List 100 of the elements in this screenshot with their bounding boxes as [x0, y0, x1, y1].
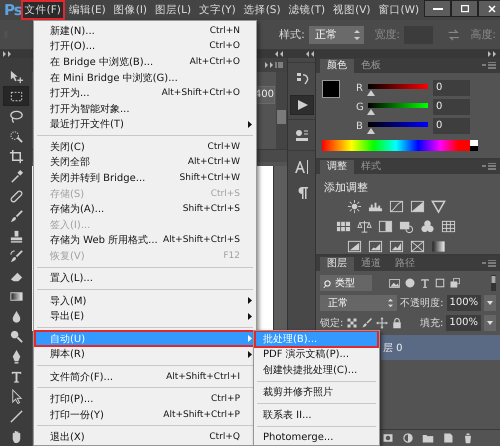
sun-icon[interactable] — [346, 199, 362, 214]
menu-item[interactable]: 打印一份(Y) Alt+Shift+Ctrl+P — [35, 406, 255, 422]
menu-item[interactable]: 打印(P)... Ctrl+P — [35, 391, 255, 407]
scrollbar[interactable] — [273, 166, 287, 331]
menu-item[interactable]: 打开(O)... Ctrl+O — [35, 38, 255, 54]
slider-thumb[interactable] — [367, 128, 375, 134]
close-button[interactable] — [478, 0, 500, 17]
move-icon[interactable] — [376, 317, 388, 329]
maximize-button[interactable] — [451, 0, 478, 17]
folder-icon[interactable] — [422, 432, 434, 444]
menu-item[interactable]: 视图(V) — [330, 1, 374, 19]
quick-selection-icon[interactable] — [8, 128, 24, 144]
panel-menu-icon[interactable] — [265, 62, 283, 68]
menu-item[interactable]: 打开为... Alt+Shift+Ctrl+O — [35, 85, 255, 101]
menu-item[interactable]: 关闭(C) Ctrl+W — [35, 138, 255, 155]
panel-tab[interactable]: 路径 — [388, 257, 422, 271]
panel-menu-icon[interactable] — [482, 260, 496, 267]
half-square-icon[interactable] — [378, 219, 393, 234]
stamp-icon[interactable] — [8, 228, 24, 244]
menu-item[interactable]: 置入(L)... — [35, 270, 255, 286]
layer-row[interactable]: 层 0 — [381, 335, 500, 360]
posterize-icon[interactable] — [368, 239, 382, 254]
menu-item[interactable]: 关闭全部 Alt+Ctrl+W — [35, 154, 255, 170]
adjustment-layer-icon[interactable] — [402, 432, 414, 444]
menu-item[interactable]: 文字(Y) — [196, 1, 239, 19]
threshold-icon[interactable] — [388, 239, 404, 254]
menu-item[interactable]: 文件(F) — [22, 1, 64, 19]
menu-item[interactable]: 脚本(R) — [35, 346, 255, 362]
menu-item[interactable]: 新建(N)... Ctrl+N — [35, 23, 255, 39]
menu-item[interactable]: 在 Bridge 中浏览(B)... Alt+Ctrl+O — [35, 54, 255, 70]
menu-item[interactable]: 图像(I) — [110, 1, 150, 19]
menu-item[interactable]: 关闭并转到 Bridge... Shift+Ctrl+W — [35, 170, 255, 186]
shape-filter-icon[interactable] — [434, 277, 446, 289]
line-icon[interactable] — [8, 408, 24, 424]
menu-item[interactable]: 创建快捷批处理(C)... — [255, 362, 378, 378]
panel-tab[interactable]: 图层 — [320, 257, 354, 271]
bandage-icon[interactable] — [8, 188, 24, 204]
panel-tab[interactable]: 色板 — [354, 59, 388, 73]
camera-icon[interactable] — [399, 219, 414, 234]
value-field[interactable]: 0 — [433, 80, 470, 96]
brush-icon[interactable] — [8, 208, 24, 224]
lock-pixels-icon[interactable] — [346, 317, 358, 329]
scales-icon[interactable] — [357, 219, 372, 234]
panel-menu-icon[interactable] — [482, 62, 496, 69]
blend-mode-dropdown[interactable]: 正常 — [320, 295, 398, 311]
scrollbar[interactable] — [276, 72, 287, 149]
menu-item[interactable]: 裁剪并修齐照片 — [255, 384, 378, 400]
dodge-icon[interactable] — [8, 328, 24, 344]
menu-item[interactable]: 存储为(A)... Shift+Ctrl+S — [35, 201, 255, 217]
opacity-field[interactable]: 100% — [446, 295, 482, 311]
minimize-button[interactable] — [424, 0, 452, 17]
x-icon[interactable] — [410, 239, 424, 254]
panel-tab[interactable]: 样式 — [354, 160, 388, 174]
menu-item[interactable]: 选择(S) — [240, 1, 284, 19]
dropdown-button[interactable] — [484, 295, 496, 311]
slider-thumb[interactable] — [367, 109, 375, 115]
menu-item[interactable]: Photomerge... — [255, 429, 378, 445]
new-layer-icon[interactable] — [442, 432, 454, 444]
style-dropdown[interactable]: 正常 — [308, 26, 364, 44]
brush-icon[interactable] — [361, 317, 374, 329]
trash-icon[interactable] — [462, 432, 474, 444]
panel-tab[interactable]: 通道 — [354, 257, 388, 271]
invert-icon[interactable] — [346, 239, 362, 254]
panel-menu-icon[interactable] — [482, 163, 496, 170]
gradient-map-icon[interactable] — [430, 239, 446, 254]
panel-tab[interactable]: 颜色 — [320, 59, 354, 73]
menu-item[interactable]: 存储为 Web 所用格式... Alt+Shift+Ctrl+S — [35, 232, 255, 248]
filter-dropdown[interactable]: 类型 — [320, 275, 372, 291]
color-spectrum[interactable] — [322, 140, 478, 151]
dropdown-button[interactable] — [484, 315, 496, 331]
history-brush-icon[interactable] — [8, 248, 24, 264]
menu-item[interactable]: 联系表 II... — [255, 406, 378, 423]
menu-item[interactable]: 退出(X) Ctrl+Q — [35, 429, 255, 445]
circle-filter-icon[interactable] — [404, 277, 416, 289]
curves-icon[interactable] — [388, 199, 404, 214]
exposure-icon[interactable] — [410, 199, 424, 214]
menu-item[interactable]: 编辑(E) — [66, 1, 109, 19]
menu-item[interactable]: 导出(E) — [35, 308, 255, 324]
move-icon[interactable] — [8, 68, 24, 84]
fill-field[interactable]: 100% — [446, 315, 481, 331]
mask-icon[interactable] — [382, 432, 394, 444]
menu-item[interactable]: 窗口(W) — [376, 1, 422, 19]
menu-item[interactable]: 打开为智能对象... — [35, 100, 255, 117]
panel-tab[interactable]: 调整 — [320, 160, 354, 174]
crop-icon[interactable] — [8, 148, 24, 164]
hue-icon[interactable] — [336, 219, 351, 234]
menu-item[interactable]: 在 Mini Bridge 中浏览(G)... — [35, 70, 255, 86]
eyedropper-icon[interactable] — [8, 168, 24, 184]
menu-item[interactable]: 图层(L) — [152, 1, 194, 19]
properties-icon[interactable] — [294, 128, 310, 144]
grid-icon[interactable] — [441, 219, 456, 234]
triangle-icon[interactable] — [430, 199, 446, 214]
smart-object-icon[interactable] — [449, 277, 461, 289]
menu-item[interactable]: PDF 演示文稿(P)... — [255, 346, 378, 362]
character-icon[interactable] — [294, 159, 310, 175]
slider-thumb[interactable] — [367, 90, 375, 96]
type-filter-icon[interactable] — [419, 277, 431, 289]
toggle-icon[interactable] — [491, 275, 496, 291]
value-field[interactable]: 0 — [433, 118, 470, 134]
value-field[interactable]: 0 — [433, 99, 470, 115]
